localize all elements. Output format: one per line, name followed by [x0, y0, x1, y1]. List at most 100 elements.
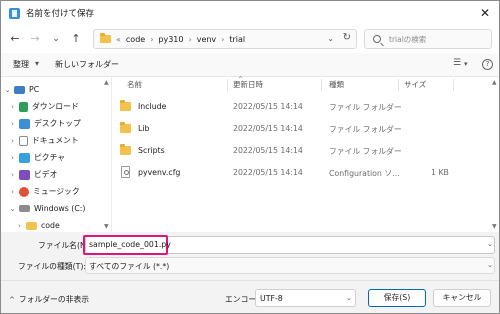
breadcrumb-separator[interactable]: ›	[221, 35, 224, 44]
recent-locations-button[interactable]: ⌄	[48, 31, 64, 47]
breadcrumb-separator[interactable]: ›	[189, 35, 192, 44]
chevron-down-icon[interactable]: ▾	[464, 60, 468, 68]
navigation-pane[interactable]: ▲ ⌄ PC › ダウンロード › デスクトップ › ドキュメント › ピクチャ…	[1, 77, 112, 232]
breadcrumb-venv[interactable]: venv	[197, 35, 216, 44]
file-row-pyvenv-cfg[interactable]: pyvenv.cfg 2022/05/15 14:14 Configuratio…	[113, 162, 499, 184]
file-type-value[interactable]: すべてのファイル (*.*)	[89, 261, 169, 272]
chevron-right-icon[interactable]: ›	[8, 154, 17, 162]
file-name: Scripts	[138, 146, 165, 155]
chevron-up-icon: ^	[9, 295, 15, 304]
column-divider[interactable]	[453, 79, 454, 91]
column-header-name[interactable]: 名前	[127, 77, 142, 93]
nav-item-code[interactable]: › code	[1, 217, 111, 232]
folder-icon	[120, 144, 131, 155]
nav-item-pc[interactable]: ⌄ PC	[1, 81, 111, 98]
search-input[interactable]: trialの検索	[364, 29, 492, 49]
organize-button[interactable]: 整理	[13, 59, 29, 70]
file-date: 2022/05/15 14:14	[233, 102, 303, 111]
search-placeholder: trialの検索	[389, 34, 427, 44]
chevron-down-icon[interactable]: ⌄	[3, 86, 12, 94]
refresh-icon[interactable]: ↻	[343, 32, 351, 43]
window-title: 名前を付けて保存	[26, 9, 95, 19]
nav-label: Windows (C:)	[34, 204, 86, 213]
folder-icon	[120, 100, 131, 111]
file-row-include[interactable]: Include 2022/05/15 14:14 ファイル フォルダー	[113, 96, 499, 118]
new-folder-button[interactable]: 新しいフォルダー	[55, 59, 119, 70]
column-header-type[interactable]: 種類	[329, 77, 344, 93]
nav-label: ビデオ	[34, 170, 58, 179]
view-options-icon[interactable]: ☰	[453, 58, 461, 68]
up-button[interactable]: ↑	[68, 31, 84, 47]
file-row-lib[interactable]: Lib 2022/05/15 14:14 ファイル フォルダー	[113, 118, 499, 140]
nav-label: ミュージック	[33, 187, 80, 196]
chevron-down-icon[interactable]: ⌄	[346, 294, 352, 302]
chevron-right-icon[interactable]: ›	[8, 171, 17, 179]
nav-item-desktop[interactable]: › デスクトップ	[1, 115, 111, 132]
column-divider[interactable]	[321, 79, 322, 91]
document-icon	[19, 135, 28, 146]
config-file-icon	[121, 166, 130, 178]
organize-caret-icon[interactable]: ▾	[35, 59, 39, 68]
nav-item-pictures[interactable]: › ピクチャ	[1, 149, 111, 166]
drive-icon	[19, 205, 30, 212]
file-row-scripts[interactable]: Scripts 2022/05/15 14:14 ファイル フォルダー	[113, 140, 499, 162]
folder-icon	[26, 221, 37, 230]
chevron-down-icon[interactable]: ⌄	[487, 240, 493, 248]
column-header-size[interactable]: サイズ	[404, 77, 426, 93]
column-divider[interactable]	[398, 79, 399, 91]
hide-folders-label: フォルダーの非表示	[18, 295, 90, 304]
hide-folders-button[interactable]: ^ フォルダーの非表示	[9, 294, 89, 305]
file-name-value[interactable]: sample_code_001.py	[89, 240, 171, 249]
breadcrumb-overflow[interactable]: «	[116, 35, 121, 44]
column-divider[interactable]	[227, 79, 228, 91]
back-button[interactable]: ←	[7, 31, 23, 47]
desktop-icon	[19, 118, 30, 129]
nav-label: PC	[29, 85, 40, 94]
file-type: ファイル フォルダー	[329, 103, 402, 112]
scroll-down-icon[interactable]: ▼	[492, 223, 497, 230]
chevron-right-icon[interactable]: ›	[8, 120, 17, 128]
nav-item-music[interactable]: › ミュージック	[1, 183, 111, 200]
encoding-value[interactable]: UTF-8	[260, 294, 283, 303]
nav-label: ピクチャ	[34, 153, 66, 162]
chevron-down-icon[interactable]: ⌄	[8, 205, 17, 213]
chevron-down-icon[interactable]: ⌄	[327, 34, 334, 43]
chevron-down-icon[interactable]: ⌄	[487, 261, 493, 269]
file-date: 2022/05/15 14:14	[233, 168, 303, 177]
divider	[1, 280, 499, 281]
cancel-button[interactable]: キャンセル	[433, 289, 491, 307]
column-header-date[interactable]: 更新日時	[233, 77, 263, 93]
breadcrumb-code[interactable]: code	[126, 35, 145, 44]
help-icon[interactable]: ?	[482, 59, 493, 70]
breadcrumb-trial[interactable]: trial	[229, 35, 245, 44]
chevron-right-icon[interactable]: ›	[8, 103, 17, 111]
file-date: 2022/05/15 14:14	[233, 146, 303, 155]
file-date: 2022/05/15 14:14	[233, 124, 303, 133]
nav-item-videos[interactable]: › ビデオ	[1, 166, 111, 183]
nav-item-downloads[interactable]: › ダウンロード	[1, 98, 111, 115]
chevron-right-icon[interactable]: ›	[8, 137, 17, 145]
folder-icon	[120, 122, 131, 133]
breadcrumb-separator[interactable]: ›	[150, 35, 153, 44]
nav-item-documents[interactable]: › ドキュメント	[1, 132, 111, 149]
chevron-right-icon[interactable]: ›	[15, 222, 24, 230]
file-list[interactable]: ^ 名前 更新日時 種類 サイズ Include 2022/05/15 14:1…	[113, 76, 499, 232]
close-button[interactable]: ✕	[477, 5, 493, 21]
file-type: ファイル フォルダー	[329, 147, 402, 156]
picture-icon	[19, 152, 30, 163]
file-name: pyvenv.cfg	[138, 168, 181, 177]
search-icon	[373, 35, 381, 43]
scroll-up-icon[interactable]: ▲	[492, 79, 497, 86]
forward-button[interactable]: →	[27, 31, 43, 47]
nav-label: ドキュメント	[32, 136, 79, 145]
vertical-scrollbar[interactable]: ▲ ▼	[491, 77, 499, 232]
download-icon	[19, 101, 28, 112]
scroll-down-icon[interactable]: ▼	[104, 223, 109, 230]
address-bar[interactable]: « code › py310 › venv › trial ⌄ ↻	[93, 29, 357, 49]
breadcrumb-py310[interactable]: py310	[158, 35, 183, 44]
nav-item-windows-c[interactable]: ⌄ Windows (C:)	[1, 200, 111, 217]
file-type: ファイル フォルダー	[329, 125, 402, 134]
navigation-bar: ← → ⌄ ↑ « code › py310 › venv › trial ⌄ …	[1, 25, 499, 53]
chevron-right-icon[interactable]: ›	[8, 188, 17, 196]
save-button[interactable]: 保存(S)	[368, 289, 426, 307]
